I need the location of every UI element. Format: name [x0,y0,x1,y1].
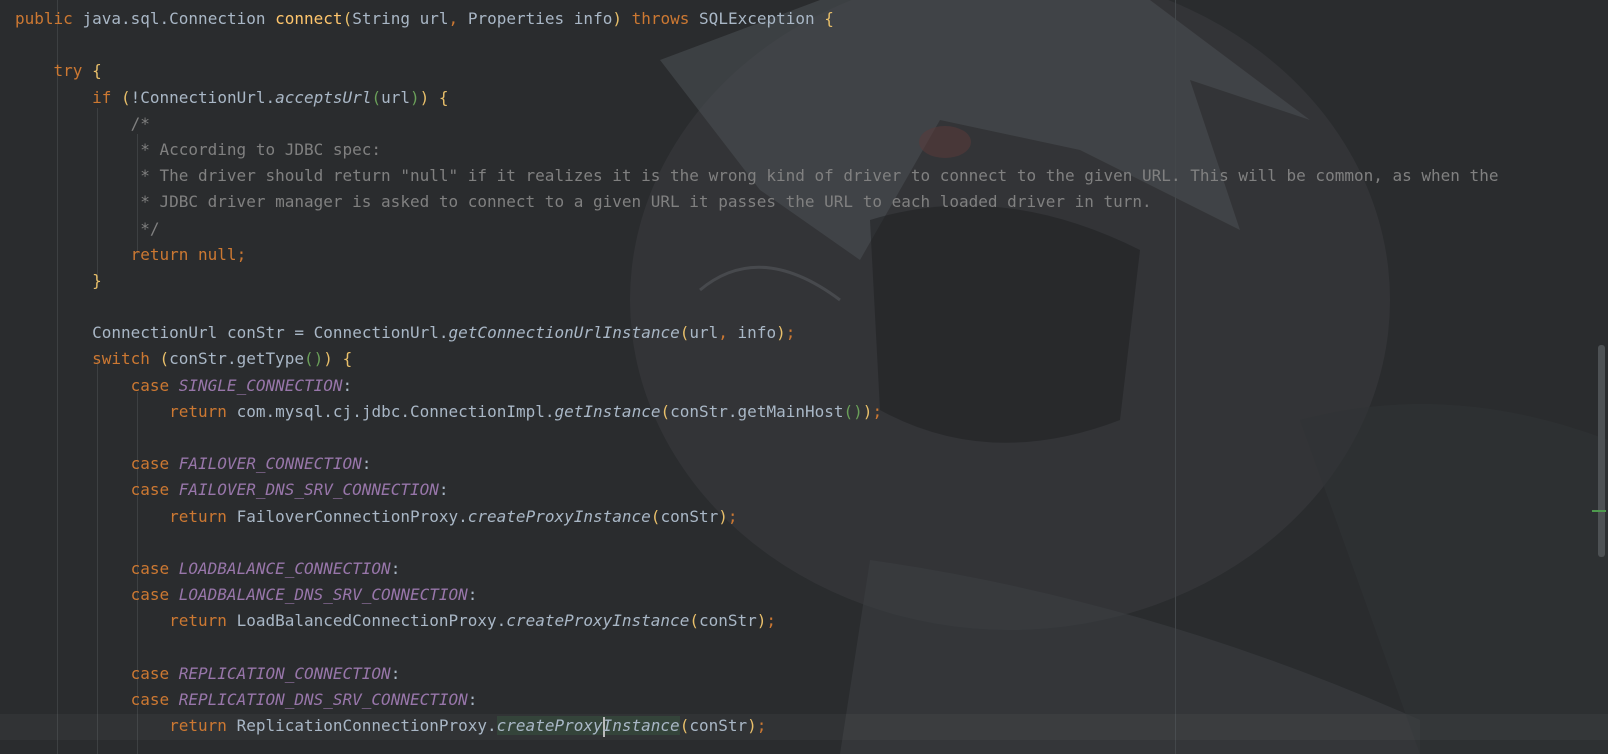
code-line[interactable]: return ReplicationConnectionProxy.create… [15,713,1498,739]
code-line[interactable] [15,635,1498,661]
code-editor[interactable]: public java.sql.Connection connect(Strin… [0,0,1608,754]
text-cursor [602,716,605,737]
code-line[interactable]: case SINGLE_CONNECTION: [15,373,1498,399]
code-line[interactable]: switch (conStr.getType()) { [15,346,1498,372]
code-line[interactable]: case REPLICATION_CONNECTION: [15,661,1498,687]
vertical-scrollbar[interactable] [1596,0,1608,754]
code-line[interactable]: */ [15,216,1498,242]
code-line[interactable]: case FAILOVER_CONNECTION: [15,451,1498,477]
code-line[interactable]: return FailoverConnectionProxy.createPro… [15,504,1498,530]
code-area[interactable]: public java.sql.Connection connect(Strin… [15,6,1498,739]
code-line[interactable] [15,32,1498,58]
code-line[interactable]: case REPLICATION_DNS_SRV_CONNECTION: [15,687,1498,713]
code-line[interactable]: } [15,268,1498,294]
code-line[interactable]: * JDBC driver manager is asked to connec… [15,189,1498,215]
code-line[interactable]: if (!ConnectionUrl.acceptsUrl(url)) { [15,85,1498,111]
code-line[interactable]: ConnectionUrl conStr = ConnectionUrl.get… [15,320,1498,346]
symbol-highlight: createProxyInstance [496,716,680,737]
code-line[interactable]: * According to JDBC spec: [15,137,1498,163]
code-line[interactable] [15,425,1498,451]
code-line[interactable]: return com.mysql.cj.jdbc.ConnectionImpl.… [15,399,1498,425]
code-line[interactable]: try { [15,58,1498,84]
code-line[interactable] [15,294,1498,320]
code-line[interactable]: * The driver should return "null" if it … [15,163,1498,189]
code-line[interactable]: case FAILOVER_DNS_SRV_CONNECTION: [15,477,1498,503]
code-line[interactable]: return LoadBalancedConnectionProxy.creat… [15,608,1498,634]
code-line[interactable]: /* [15,111,1498,137]
code-line[interactable]: return null; [15,242,1498,268]
change-marker [1592,510,1606,512]
code-line[interactable]: public java.sql.Connection connect(Strin… [15,6,1498,32]
scrollbar-thumb[interactable] [1598,345,1605,557]
code-line[interactable] [15,530,1498,556]
code-line[interactable]: case LOADBALANCE_CONNECTION: [15,556,1498,582]
code-line[interactable]: case LOADBALANCE_DNS_SRV_CONNECTION: [15,582,1498,608]
